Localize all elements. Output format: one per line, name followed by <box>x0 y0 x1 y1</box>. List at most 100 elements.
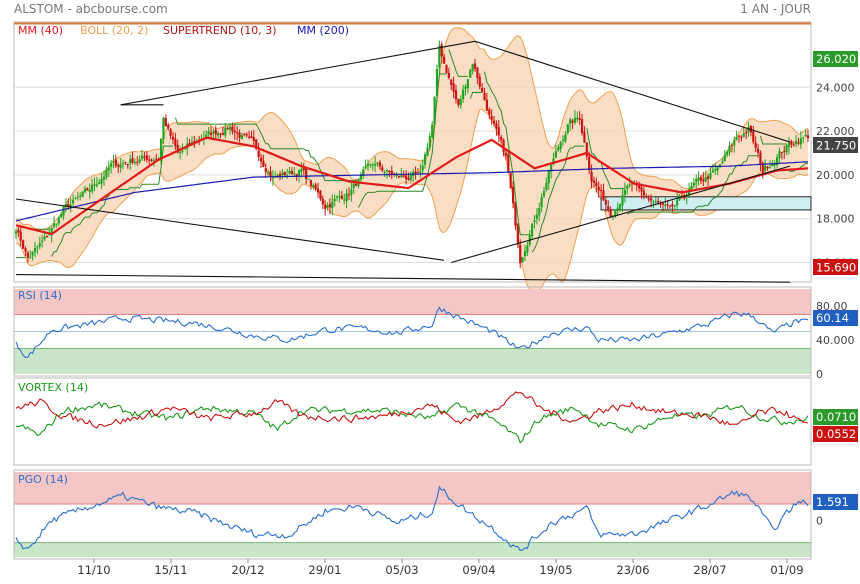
candle-body <box>333 198 336 202</box>
candle-body <box>309 180 313 186</box>
candle-body <box>62 206 65 216</box>
candle-body <box>74 198 77 200</box>
x-tick-label: 05/03 <box>385 563 418 577</box>
vortex-plus-label: 0.0710 <box>816 410 856 424</box>
candle-body <box>300 169 303 172</box>
candle-body <box>57 217 60 224</box>
candle-body <box>668 205 672 207</box>
candle-body <box>673 205 676 207</box>
candle-body <box>369 164 372 166</box>
candle-body <box>645 195 648 198</box>
candle-body <box>164 117 167 127</box>
candle-body <box>709 173 712 179</box>
candle-body <box>404 175 408 180</box>
vortex-minus-label: 0.0552 <box>816 427 856 441</box>
price-ytick-label: 22.000 <box>816 125 855 138</box>
candle-body <box>714 169 717 171</box>
candle-body <box>31 251 34 256</box>
candle-body <box>464 86 467 89</box>
candle-body <box>576 117 579 120</box>
candle-body <box>283 172 286 176</box>
candle-body <box>799 138 802 145</box>
candle-body <box>162 117 165 140</box>
legend-mm40: MM (40) <box>18 24 63 37</box>
candle-body <box>473 63 477 69</box>
candle-body <box>179 151 182 153</box>
candle-body <box>312 185 315 187</box>
candle-body <box>252 137 255 141</box>
candle-body <box>250 136 253 139</box>
candle-body <box>495 123 498 129</box>
candle-body <box>295 174 298 176</box>
candle-body <box>692 182 695 186</box>
candle-body <box>321 198 324 205</box>
candle-body <box>100 178 103 184</box>
candle-body <box>293 173 296 175</box>
candle-body <box>133 161 137 163</box>
candle-body <box>704 176 707 182</box>
candle-body <box>590 171 593 182</box>
candle-body <box>86 188 89 191</box>
candle-body <box>795 140 798 145</box>
candle-body <box>305 168 308 179</box>
candle-body <box>102 176 106 180</box>
candle-body <box>431 124 434 138</box>
candle-body <box>578 118 581 120</box>
candle-body <box>533 220 536 223</box>
candle-body <box>83 188 87 193</box>
chart-window: ALSTOM - abcbourse.com 1 AN - JOUR MM (4… <box>0 0 860 580</box>
candle-body <box>22 240 25 249</box>
candle-body <box>733 140 736 146</box>
legend-mm200: MM (200) <box>297 24 349 37</box>
candle-body <box>355 184 358 186</box>
candle-body <box>745 131 748 134</box>
candle-body <box>409 174 412 181</box>
candle-body <box>167 124 170 129</box>
candle-body <box>388 171 391 173</box>
chart-title: ALSTOM - abcbourse.com <box>14 2 168 16</box>
candle-body <box>79 195 82 197</box>
candle-body <box>785 145 788 153</box>
candle-body <box>238 132 241 138</box>
candle-body <box>443 56 446 64</box>
candle-body <box>759 152 762 165</box>
candle-body <box>564 134 567 142</box>
candle-body <box>699 177 703 181</box>
candle-body <box>423 154 427 165</box>
candle-body <box>542 191 546 197</box>
candle-body <box>659 203 662 205</box>
chart-period: 1 AN - JOUR <box>740 2 811 16</box>
candle-body <box>174 138 177 147</box>
candle-body <box>374 163 377 166</box>
candle-body <box>559 142 562 149</box>
candle-body <box>485 99 489 111</box>
candle-body <box>76 196 79 198</box>
candle-body <box>726 151 729 155</box>
rsi-zone-high <box>14 289 811 315</box>
candle-body <box>169 129 172 136</box>
candle-body <box>217 133 220 136</box>
candle-body <box>383 171 386 173</box>
candle-body <box>426 147 429 157</box>
candle-body <box>531 223 534 237</box>
rsi-value-label: 60.14 <box>816 311 849 325</box>
x-tick-label: 01/09 <box>770 563 803 577</box>
candle-body <box>60 213 63 218</box>
candle-body <box>376 162 379 164</box>
candle-body <box>481 87 484 93</box>
candle-body <box>347 194 351 196</box>
legend-supertrend: SUPERTREND (10, 3) <box>163 24 277 37</box>
candle-body <box>231 126 234 132</box>
candle-body <box>723 154 726 162</box>
candle-body <box>259 157 263 162</box>
candle-body <box>324 204 327 210</box>
candle-body <box>711 170 714 173</box>
candle-body <box>290 171 293 175</box>
candle-body <box>36 246 39 248</box>
candle-body <box>780 151 783 153</box>
candle-body <box>492 120 496 124</box>
candle-body <box>707 176 710 179</box>
candle-body <box>652 201 655 203</box>
candle-body <box>326 205 329 208</box>
candle-body <box>752 131 755 143</box>
